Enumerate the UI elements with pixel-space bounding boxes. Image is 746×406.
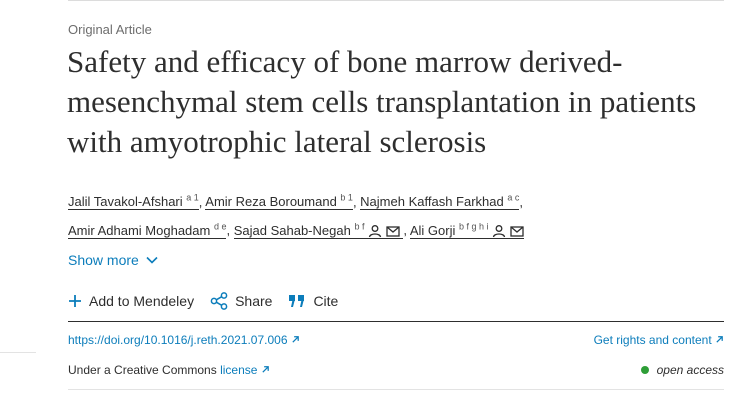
article-type: Original Article <box>68 22 152 37</box>
add-to-mendeley-button[interactable]: Add to Mendeley <box>68 292 194 310</box>
author-affiliation: a 1 <box>186 193 199 203</box>
share-label: Share <box>235 293 273 309</box>
share-button[interactable]: Share <box>210 292 272 310</box>
person-icon <box>368 224 382 237</box>
author-affiliation: b f <box>354 221 365 232</box>
rights-link[interactable]: Get rights and content <box>594 333 724 347</box>
author-name: Amir Adhami Moghadam <box>68 222 211 238</box>
doi-link[interactable]: https://doi.org/10.1016/j.reth.2021.07.0… <box>68 333 300 347</box>
author-2[interactable]: Amir Reza Boroumand b 1 <box>205 193 353 211</box>
author-3[interactable]: Najmeh Kaffash Farkhad a c <box>360 193 520 211</box>
author-affiliation: b f g h i <box>458 221 489 232</box>
doi-text: https://doi.org/10.1016/j.reth.2021.07.0… <box>68 333 288 347</box>
envelope-icon <box>510 226 524 237</box>
open-access-badge: open access <box>640 363 724 377</box>
author-4[interactable]: Amir Adhami Moghadam d e <box>68 221 227 239</box>
cite-label: Cite <box>313 293 339 309</box>
show-more-label: Show more <box>68 252 139 268</box>
rights-text: Get rights and content <box>593 333 712 347</box>
side-divider <box>0 352 36 353</box>
add-to-mendeley-label: Add to Mendeley <box>89 293 195 309</box>
author-1[interactable]: Jalil Tavakol-Afshari a 1 <box>68 193 199 211</box>
open-access-label: open access <box>656 363 724 377</box>
bottom-divider <box>68 389 724 390</box>
plus-icon <box>69 295 81 307</box>
person-icon <box>492 224 506 237</box>
author-affiliation: b 1 <box>340 193 353 203</box>
open-access-dot-icon <box>640 366 649 374</box>
external-link-icon <box>262 366 269 373</box>
article-actions: Add to Mendeley Share Cite <box>68 292 338 310</box>
author-list: Jalil Tavakol-Afshari a 1, Amir Reza Bor… <box>68 193 524 239</box>
share-icon <box>210 292 228 310</box>
author-5[interactable]: Sajad Sahab-Negah b f <box>233 221 404 239</box>
article-title: Safety and efficacy of bone marrow deriv… <box>67 44 697 159</box>
external-link-icon <box>292 336 299 343</box>
top-divider <box>68 0 724 1</box>
show-more-button[interactable]: Show more <box>68 252 159 268</box>
cite-button[interactable]: Cite <box>288 292 338 310</box>
actions-divider <box>68 321 724 322</box>
author-name: Ali Gorji <box>409 222 456 238</box>
external-link-icon <box>716 336 723 343</box>
license-link-text: license <box>220 363 258 377</box>
author-affiliation: a c <box>507 193 520 203</box>
license-link[interactable]: license <box>220 363 270 377</box>
license-prefix: Under a Creative Commons <box>68 363 217 377</box>
author-name: Sajad Sahab-Negah <box>233 222 351 238</box>
chevron-down-icon <box>146 256 158 264</box>
author-name: Amir Reza Boroumand <box>205 194 337 210</box>
license-line: Under a Creative Commons license <box>68 363 270 377</box>
envelope-icon <box>386 226 400 237</box>
author-affiliation: d e <box>213 221 227 232</box>
author-6[interactable]: Ali Gorji b f g h i <box>409 221 524 239</box>
author-name: Jalil Tavakol-Afshari <box>68 194 183 210</box>
quote-icon <box>289 295 305 307</box>
author-name: Najmeh Kaffash Farkhad <box>360 194 504 210</box>
